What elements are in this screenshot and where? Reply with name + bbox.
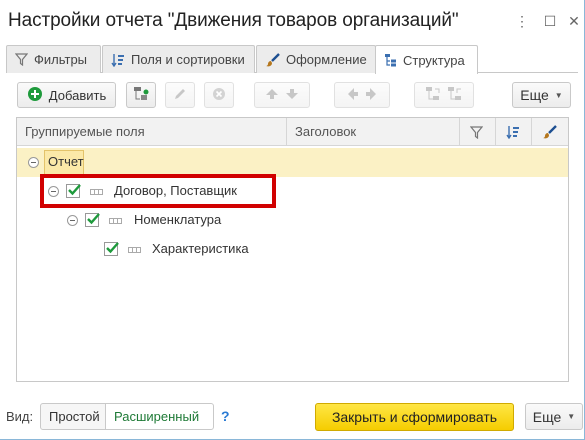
move-left-right-group bbox=[334, 82, 390, 108]
add-group-button[interactable] bbox=[126, 82, 156, 108]
tab-structure[interactable]: Структура bbox=[375, 45, 478, 74]
ungroup-icon[interactable] bbox=[447, 86, 463, 105]
collapse-icon[interactable] bbox=[67, 215, 78, 226]
add-group-icon bbox=[133, 86, 149, 105]
view-label: Вид: bbox=[6, 409, 34, 424]
close-and-generate-button[interactable]: Закрыть и сформировать bbox=[315, 403, 514, 431]
group-ungroup-buttons bbox=[414, 82, 474, 108]
filter-icon bbox=[15, 53, 28, 66]
settings-tabs: Фильтры Поля и сортировки Оформление Стр… bbox=[6, 45, 578, 74]
title-bar: Настройки отчета "Движения товаров орган… bbox=[0, 0, 585, 44]
delete-button[interactable] bbox=[204, 82, 234, 108]
add-icon bbox=[27, 86, 43, 105]
chevron-down-icon: ▼ bbox=[567, 412, 576, 421]
tab-fields-sorting[interactable]: Поля и сортировки bbox=[102, 45, 255, 73]
header-filter-icon[interactable] bbox=[460, 118, 496, 146]
sort-fields-icon bbox=[111, 53, 125, 67]
tab-filters[interactable]: Фильтры bbox=[6, 45, 101, 73]
collapse-icon[interactable] bbox=[28, 157, 39, 168]
arrow-up-icon[interactable] bbox=[265, 88, 279, 103]
more-label: Еще bbox=[520, 87, 549, 103]
window-title: Настройки отчета "Движения товаров орган… bbox=[8, 10, 459, 31]
structure-table: Группируемые поля Заголовок Отчет Догово… bbox=[16, 117, 569, 382]
maximize-icon[interactable]: ☐ bbox=[542, 12, 558, 30]
view-simple-button[interactable]: Простой bbox=[40, 403, 106, 430]
header-sort-fields-icon[interactable] bbox=[496, 118, 532, 146]
more-label: Еще bbox=[532, 408, 562, 425]
footer-more-button[interactable]: Еще ▼ bbox=[525, 403, 583, 430]
report-settings-window: Настройки отчета "Движения товаров орган… bbox=[0, 0, 585, 440]
help-link[interactable]: ? bbox=[221, 408, 230, 424]
field-icon bbox=[109, 218, 122, 224]
arrow-left-icon[interactable] bbox=[347, 87, 359, 104]
pencil-icon bbox=[173, 87, 187, 104]
tab-label: Оформление bbox=[286, 52, 367, 67]
checkbox[interactable] bbox=[104, 242, 119, 256]
column-header-title[interactable]: Заголовок bbox=[287, 118, 460, 146]
table-header: Группируемые поля Заголовок bbox=[17, 118, 568, 146]
tab-appearance[interactable]: Оформление bbox=[256, 45, 376, 73]
brush-icon bbox=[265, 52, 280, 67]
structure-icon bbox=[384, 53, 397, 67]
column-header-grouped-fields[interactable]: Группируемые поля bbox=[17, 118, 287, 146]
checkbox[interactable] bbox=[85, 213, 100, 227]
arrow-right-icon[interactable] bbox=[365, 87, 377, 104]
tab-label: Поля и сортировки bbox=[131, 52, 245, 67]
close-icon[interactable]: ✕ bbox=[566, 12, 582, 30]
arrow-down-icon[interactable] bbox=[285, 88, 299, 103]
annotation-highlight-box bbox=[40, 174, 276, 208]
tree-row-nomenclature[interactable]: Номенклатура bbox=[17, 206, 568, 235]
primary-button-label: Закрыть и сформировать bbox=[331, 409, 498, 425]
add-button-label: Добавить bbox=[48, 87, 107, 103]
move-up-down-group bbox=[254, 82, 310, 108]
tree-row-characteristic[interactable]: Характеристика bbox=[17, 235, 568, 264]
view-extended-button[interactable]: Расширенный bbox=[105, 403, 214, 430]
group-icon[interactable] bbox=[425, 86, 441, 105]
add-button[interactable]: Добавить bbox=[17, 82, 116, 108]
more-actions-icon[interactable]: ⋮ bbox=[514, 12, 530, 30]
tab-label: Структура bbox=[403, 52, 465, 68]
tree-node-label: Отчет bbox=[48, 154, 84, 169]
toolbar-more-button[interactable]: Еще ▼ bbox=[512, 82, 571, 108]
tree-row-report[interactable]: Отчет bbox=[17, 148, 568, 177]
chevron-down-icon: ▼ bbox=[554, 90, 563, 100]
tree-node-label: Номенклатура bbox=[134, 212, 222, 227]
edit-button[interactable] bbox=[165, 82, 195, 108]
tree-node-label: Характеристика bbox=[152, 241, 249, 256]
header-brush-icon[interactable] bbox=[532, 118, 568, 146]
tab-label: Фильтры bbox=[34, 52, 88, 67]
delete-icon bbox=[212, 87, 226, 104]
field-icon bbox=[128, 247, 141, 253]
